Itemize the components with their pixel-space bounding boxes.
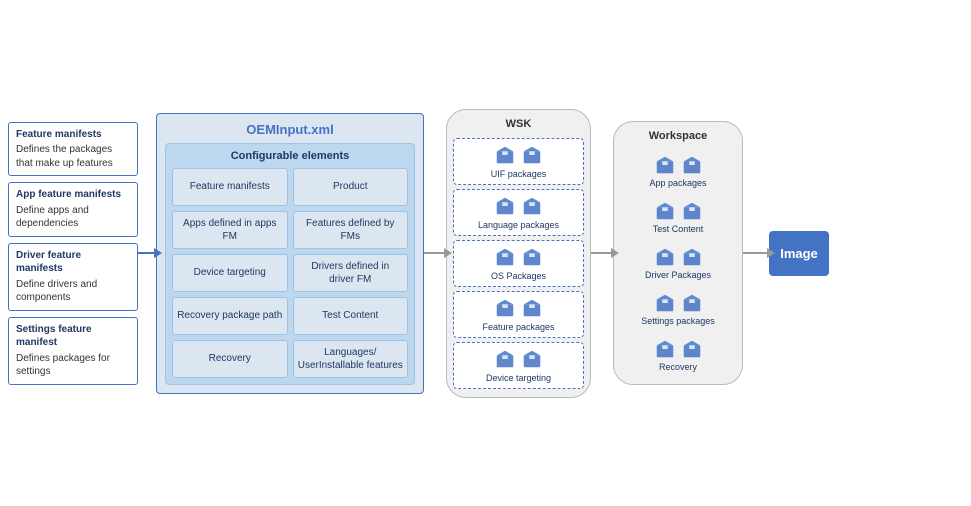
recovery-icons xyxy=(654,338,703,360)
test-content-icons xyxy=(654,200,703,222)
wsk-section: WSK UIF packages xyxy=(446,109,591,398)
workspace-to-image-arrow xyxy=(743,252,769,254)
oeminput-title: OEMInput.xml xyxy=(165,122,415,137)
config-cell-feature-manifests: Feature manifests xyxy=(172,168,288,206)
package-icon xyxy=(654,246,676,268)
app-packages-label: App packages xyxy=(649,178,706,188)
settings-packages-label: Settings packages xyxy=(641,316,715,326)
sidebar-item-title: Feature manifests xyxy=(16,128,130,142)
package-icon xyxy=(654,154,676,176)
language-icons xyxy=(494,195,543,217)
image-label: Image xyxy=(780,246,818,261)
package-icon xyxy=(494,144,516,166)
language-label: Language packages xyxy=(478,220,559,230)
package-icon xyxy=(521,246,543,268)
configurable-box: Configurable elements Feature manifests … xyxy=(165,143,415,385)
device-targeting-label: Device targeting xyxy=(486,373,551,383)
driver-pkg-icons xyxy=(654,246,703,268)
settings-pkg-icons xyxy=(654,292,703,314)
driver-packages-label: Driver Packages xyxy=(645,270,711,280)
os-icons xyxy=(494,246,543,268)
uif-icons xyxy=(494,144,543,166)
package-icon xyxy=(681,246,703,268)
wsk-device-targeting: Device targeting xyxy=(453,342,584,389)
workspace-settings-packages: Settings packages xyxy=(620,288,736,330)
wsk-to-workspace-arrow xyxy=(591,252,613,254)
image-box: Image xyxy=(769,231,829,276)
feature-label: Feature packages xyxy=(482,322,554,332)
workspace-app-packages: App packages xyxy=(620,150,736,192)
workspace-title: Workspace xyxy=(620,130,736,142)
sidebar-item-desc: Define apps and dependencies xyxy=(16,205,89,230)
config-cell-test-content: Test Content xyxy=(293,297,409,335)
sidebar-item-title: Driver feature manifests xyxy=(16,249,130,276)
device-targeting-icons xyxy=(494,348,543,370)
config-cell-recovery: Recovery xyxy=(172,340,288,378)
workspace-section: Workspace App packages xyxy=(613,121,743,385)
package-icon xyxy=(494,246,516,268)
wsk-feature-packages: Feature packages xyxy=(453,291,584,338)
sidebar-item-desc: Defines packages for settings xyxy=(16,353,110,378)
package-icon xyxy=(681,154,703,176)
package-icon xyxy=(681,200,703,222)
config-cell-apps-fm: Apps defined in apps FM xyxy=(172,211,288,249)
package-icon xyxy=(494,348,516,370)
left-sidebar: Feature manifests Defines the packages t… xyxy=(8,122,138,385)
package-icon xyxy=(521,348,543,370)
sidebar-item-title: App feature manifests xyxy=(16,188,130,202)
package-icon xyxy=(681,338,703,360)
wsk-language-packages: Language packages xyxy=(453,189,584,236)
sidebar-item-settings-feature-manifest: Settings feature manifest Defines packag… xyxy=(8,317,138,385)
sidebar-item-feature-manifests: Feature manifests Defines the packages t… xyxy=(8,122,138,177)
package-icon xyxy=(654,292,676,314)
config-cell-recovery-path: Recovery package path xyxy=(172,297,288,335)
config-cell-languages: Languages/ UserInstallable features xyxy=(293,340,409,378)
workspace-recovery: Recovery xyxy=(620,334,736,376)
configurable-heading: Configurable elements xyxy=(172,150,408,162)
test-content-label: Test Content xyxy=(653,224,704,234)
package-icon xyxy=(521,195,543,217)
sidebar-item-driver-feature-manifests: Driver feature manifests Define drivers … xyxy=(8,243,138,311)
uif-label: UIF packages xyxy=(491,169,547,179)
feature-icons xyxy=(494,297,543,319)
workspace-test-content: Test Content xyxy=(620,196,736,238)
workspace-driver-packages: Driver Packages xyxy=(620,242,736,284)
package-icon xyxy=(494,297,516,319)
config-cell-features-fms: Features defined by FMs xyxy=(293,211,409,249)
wsk-title: WSK xyxy=(453,118,584,130)
config-cell-product: Product xyxy=(293,168,409,206)
package-icon xyxy=(654,338,676,360)
os-label: OS Packages xyxy=(491,271,546,281)
sidebar-item-app-feature-manifests: App feature manifests Define apps and de… xyxy=(8,182,138,237)
wsk-os-packages: OS Packages xyxy=(453,240,584,287)
package-icon xyxy=(521,297,543,319)
sidebar-item-desc: Defines the packages that make up featur… xyxy=(16,144,113,169)
oeminput-to-wsk-arrow xyxy=(424,252,446,254)
app-pkg-icons xyxy=(654,154,703,176)
diagram: Feature manifests Defines the packages t… xyxy=(0,0,971,506)
package-icon xyxy=(521,144,543,166)
package-icon xyxy=(681,292,703,314)
package-icon xyxy=(654,200,676,222)
recovery-label: Recovery xyxy=(659,362,697,372)
wsk-uif-packages: UIF packages xyxy=(453,138,584,185)
sidebar-item-title: Settings feature manifest xyxy=(16,323,130,350)
config-cell-drivers-fm: Drivers defined in driver FM xyxy=(293,254,409,292)
sidebar-to-oeminput-arrow xyxy=(138,252,156,254)
config-cell-device-targeting: Device targeting xyxy=(172,254,288,292)
config-grid: Feature manifests Product Apps defined i… xyxy=(172,168,408,378)
sidebar-item-desc: Define drivers and components xyxy=(16,279,97,304)
package-icon xyxy=(494,195,516,217)
oeminput-box: OEMInput.xml Configurable elements Featu… xyxy=(156,113,424,394)
